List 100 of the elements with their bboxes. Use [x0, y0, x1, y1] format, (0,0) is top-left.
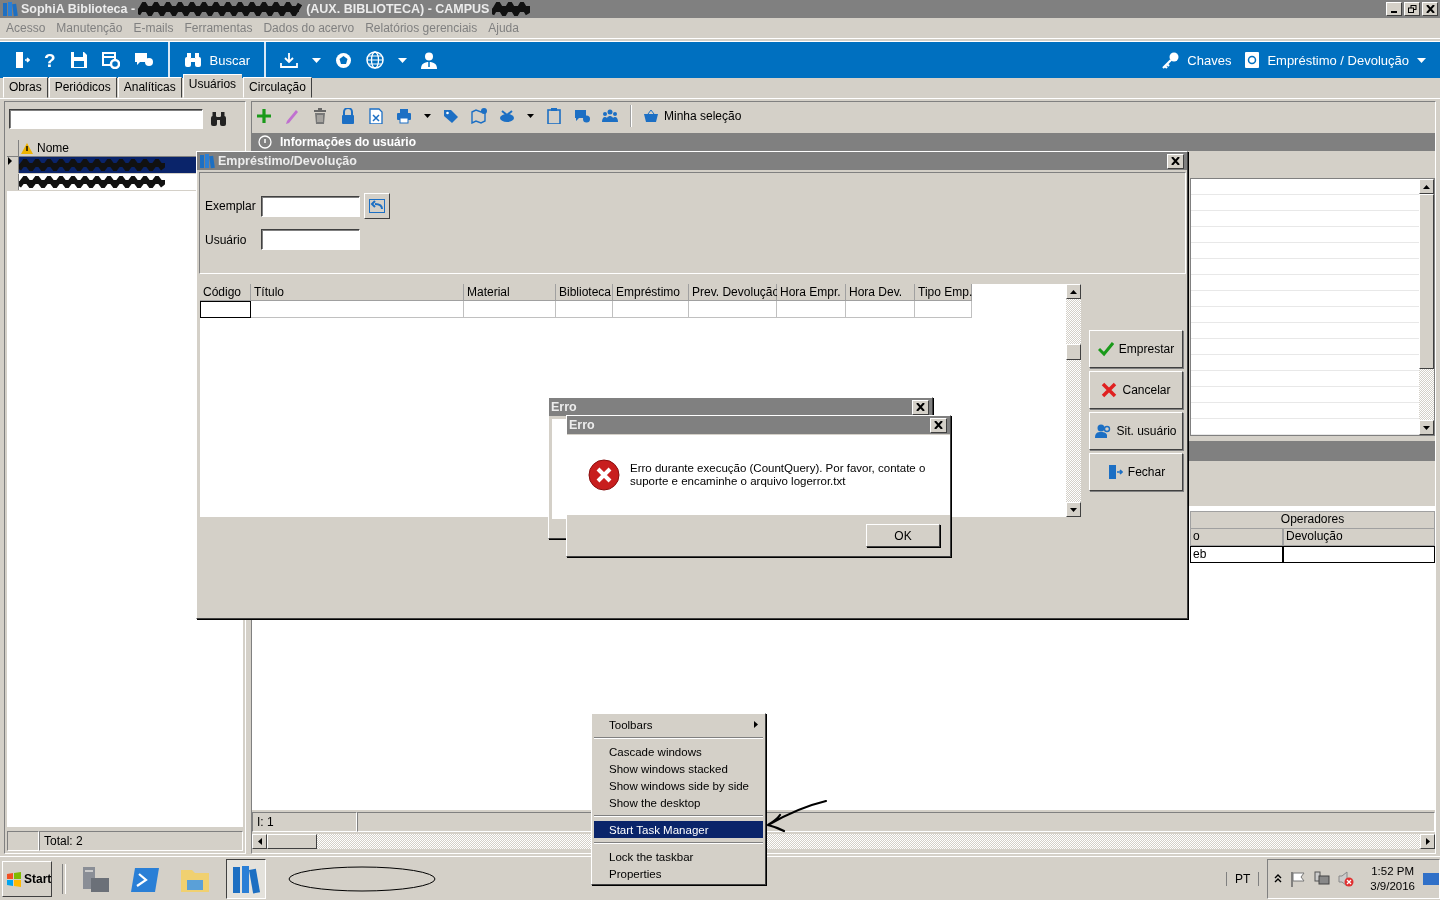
close-button[interactable]	[912, 399, 929, 415]
column-header[interactable]: Material	[464, 284, 556, 301]
dialog-button[interactable]: Sit. usuário	[1089, 412, 1183, 450]
save-icon[interactable]	[69, 51, 88, 69]
ok-button[interactable]: OK	[866, 524, 940, 547]
tab[interactable]: Usuários	[182, 74, 243, 98]
input-field[interactable]	[261, 229, 360, 250]
selection-button[interactable]: Minha seleção	[644, 109, 742, 123]
network-icon[interactable]	[1314, 870, 1331, 887]
dialog-title: Erro	[551, 400, 577, 414]
menu-item[interactable]: Start Task Manager	[594, 821, 763, 838]
dialog-button[interactable]: Emprestar	[1089, 330, 1183, 368]
search-field[interactable]	[9, 109, 203, 129]
caret-icon	[1417, 57, 1426, 63]
field-label: Usuário	[205, 232, 248, 247]
dialog-title: Erro	[569, 418, 595, 432]
group-icon[interactable]	[602, 108, 618, 124]
error-icon	[588, 459, 620, 491]
column-header[interactable]: Código	[200, 284, 251, 301]
help-button[interactable]: ?	[44, 50, 56, 70]
keys-button[interactable]: Chaves	[1162, 51, 1232, 69]
show-desktop-icon[interactable]	[1423, 872, 1439, 885]
download-icon[interactable]	[280, 52, 299, 68]
lock-icon[interactable]	[340, 108, 356, 124]
scroll-up-icon	[1423, 184, 1430, 189]
menu-item[interactable]: Properties	[594, 865, 763, 882]
minimize-button[interactable]	[1386, 2, 1402, 16]
scroll-up-icon	[1070, 289, 1077, 294]
tab[interactable]: Analíticas	[117, 77, 182, 98]
menu-item[interactable]: Cascade windows	[594, 743, 763, 760]
start-button[interactable]: Start	[2, 860, 52, 897]
menu-item[interactable]: Show windows stacked	[594, 760, 763, 777]
column-header: Devolução	[1283, 529, 1435, 546]
annotation-arrow	[764, 799, 828, 833]
tab[interactable]: Periódicos	[48, 77, 117, 98]
table-cell: eb	[1190, 546, 1283, 563]
column-header[interactable]: Empréstimo	[613, 284, 689, 301]
check-icon	[1097, 341, 1114, 357]
restore-button[interactable]	[1404, 2, 1420, 16]
restore-icon	[1407, 5, 1417, 13]
printer-icon[interactable]	[396, 108, 412, 124]
language-indicator[interactable]: PT	[1225, 871, 1260, 886]
scroll-thumb[interactable]	[1066, 344, 1081, 360]
user-icon[interactable]	[421, 51, 438, 69]
scroll-down-icon	[1423, 425, 1430, 430]
input-field[interactable]	[261, 195, 360, 217]
chat-icon[interactable]	[574, 108, 590, 124]
menu-item[interactable]: Lock the taskbar	[594, 848, 763, 865]
trash-icon[interactable]	[312, 108, 328, 124]
dialog-button[interactable]: Fechar	[1089, 453, 1183, 491]
loan-return-button[interactable]: Empréstimo / Devolução	[1245, 52, 1426, 68]
column-header[interactable]: Biblioteca	[556, 284, 613, 301]
aperture-icon[interactable]	[335, 51, 353, 69]
row-header[interactable]	[7, 157, 19, 173]
flag-icon[interactable]	[1290, 870, 1307, 887]
windows-logo-icon	[6, 870, 22, 887]
dialog-button[interactable]: Cancelar	[1089, 371, 1183, 409]
exit-icon[interactable]	[14, 51, 30, 69]
column-header: o	[1190, 529, 1283, 546]
spreadsheet-icon[interactable]	[368, 108, 384, 124]
menu-item[interactable]: Toolbars	[594, 716, 763, 733]
clock-date[interactable]: 3/9/2016	[1370, 878, 1415, 894]
search-button[interactable]: Buscar	[183, 52, 251, 68]
map-icon[interactable]	[471, 108, 487, 124]
clipboard-icon[interactable]	[546, 108, 562, 124]
chevron-up-icon[interactable]	[1274, 874, 1283, 883]
taskbar-app-button[interactable]	[226, 858, 266, 899]
status-panel	[7, 831, 39, 851]
close-button[interactable]	[1422, 2, 1438, 16]
tag-icon[interactable]	[443, 108, 459, 124]
column-header[interactable]: Hora Dev.	[846, 284, 915, 301]
close-button[interactable]	[930, 417, 947, 433]
books-icon	[230, 863, 262, 894]
table-cell[interactable]	[1283, 546, 1435, 563]
binoculars-icon[interactable]	[211, 112, 226, 126]
menu-item[interactable]: Show windows side by side	[594, 777, 763, 794]
menu-item[interactable]: Show the desktop	[594, 794, 763, 811]
user-search-icon	[1095, 423, 1112, 439]
scrollbar[interactable]	[1419, 179, 1434, 435]
clock-time[interactable]: 1:52 PM	[1371, 863, 1415, 879]
table-cell[interactable]	[200, 301, 251, 318]
column-header[interactable]: Tipo Emp.	[915, 284, 972, 301]
row-pointer-icon	[7, 157, 13, 165]
warning-icon	[21, 142, 33, 154]
collapse-icon[interactable]	[258, 135, 272, 149]
chat-icon[interactable]	[133, 51, 154, 69]
lookup-button[interactable]	[364, 193, 390, 219]
scrollbar[interactable]	[1066, 284, 1081, 517]
column-header[interactable]: Hora Empr.	[777, 284, 846, 301]
speaker-muted-icon[interactable]	[1338, 870, 1355, 887]
column-header[interactable]: Título	[251, 284, 464, 301]
globe-icon[interactable]	[366, 51, 385, 69]
close-button[interactable]	[1167, 153, 1184, 169]
scroll-right-icon	[1425, 838, 1430, 845]
tab[interactable]: Circulação	[243, 77, 312, 98]
tab[interactable]: Obras	[3, 77, 48, 98]
scroll-thumb[interactable]	[1419, 194, 1434, 369]
settings-icon[interactable]	[101, 51, 120, 69]
scroll-thumb[interactable]	[267, 834, 317, 849]
books-icon	[199, 153, 215, 169]
